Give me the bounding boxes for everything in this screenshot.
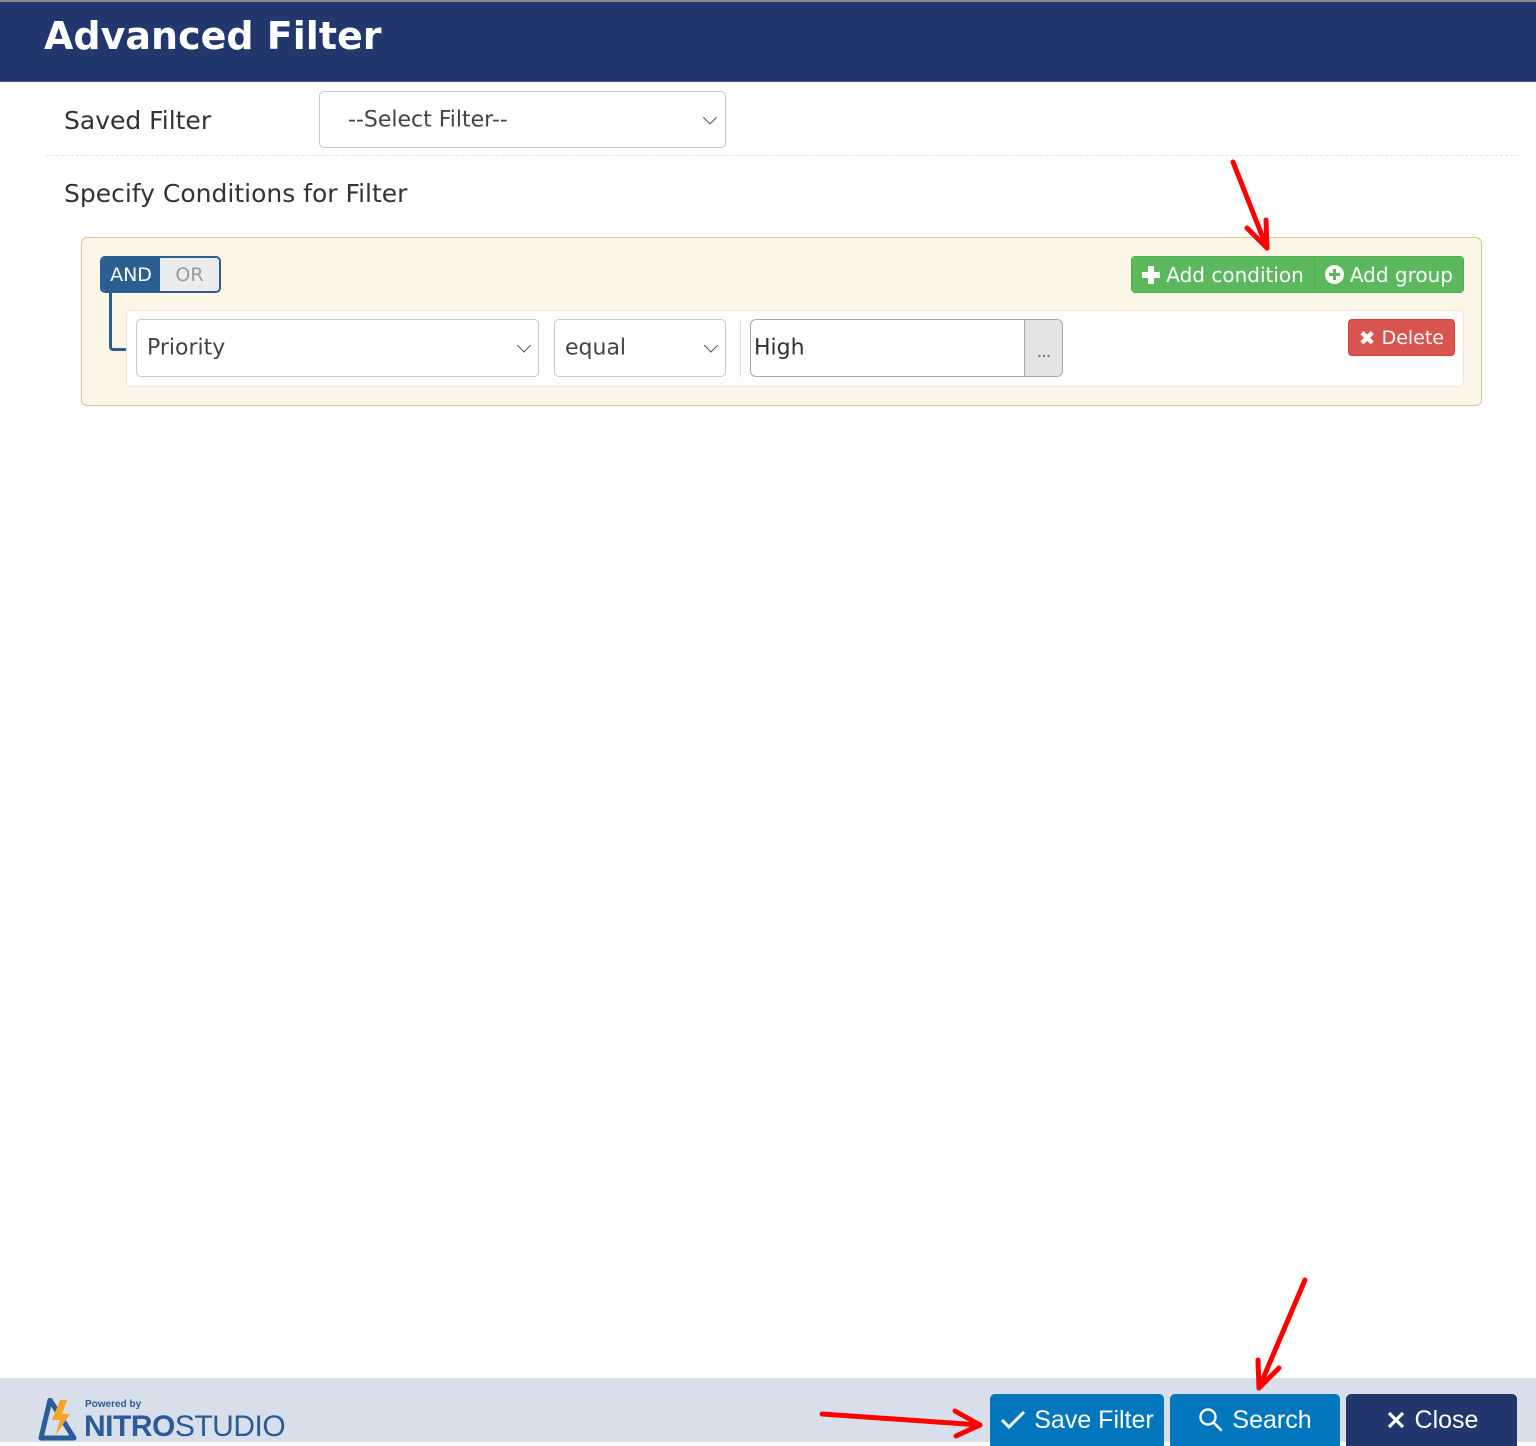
close-button[interactable]: Close — [1346, 1394, 1517, 1446]
brand-text: NITROSTUDIO — [84, 1410, 286, 1444]
close-icon: ✖ — [1358, 325, 1376, 350]
close-icon — [1387, 1411, 1404, 1429]
field-select[interactable]: Priority — [136, 319, 539, 377]
saved-filter-label: Saved Filter — [64, 106, 212, 135]
chevron-down-icon — [516, 338, 532, 353]
search-icon — [1199, 1408, 1223, 1432]
rule-separator — [740, 321, 741, 377]
delete-label: Delete — [1381, 326, 1444, 349]
group-actions: Add condition Add group — [1131, 256, 1464, 293]
ellipsis-icon: ... — [1036, 339, 1052, 362]
arrow-to-search — [1255, 1277, 1308, 1391]
add-condition-label: Add condition — [1166, 262, 1304, 287]
operator-value: equal — [565, 335, 627, 361]
chevron-down-icon — [703, 338, 719, 353]
check-icon — [1001, 1410, 1026, 1430]
close-label: Close — [1414, 1405, 1479, 1434]
arrow-to-add-condition — [1230, 159, 1270, 251]
add-group-button[interactable]: Add group — [1313, 257, 1463, 292]
add-group-label: Add group — [1349, 262, 1453, 287]
operator-select[interactable]: equal — [554, 319, 726, 377]
add-condition-button[interactable]: Add condition — [1132, 257, 1314, 292]
search-label: Search — [1232, 1405, 1312, 1434]
dialog-header: Advanced Filter — [0, 2, 1536, 82]
annotation-arrows — [819, 159, 1308, 1439]
tree-connector — [109, 293, 127, 351]
search-button[interactable]: Search — [1170, 1394, 1340, 1446]
chevron-down-icon — [702, 109, 718, 125]
value-input[interactable]: High ... — [750, 319, 1063, 377]
logic-and-button[interactable]: AND — [102, 258, 160, 291]
conditions-heading: Specify Conditions for Filter — [64, 179, 408, 208]
logic-toggle: AND OR — [100, 256, 221, 293]
field-value: Priority — [147, 335, 226, 361]
section-divider — [46, 155, 1518, 156]
plus-icon — [1142, 265, 1161, 284]
dialog-title: Advanced Filter — [44, 14, 382, 58]
powered-by-text: Powered by — [85, 1399, 142, 1410]
logic-or-button[interactable]: OR — [160, 258, 219, 291]
saved-filter-select[interactable]: --Select Filter-- — [319, 91, 726, 148]
brand-bold: NITRO — [84, 1410, 175, 1443]
plus-circle-icon — [1324, 265, 1344, 284]
more-options-button[interactable]: ... — [1024, 320, 1062, 376]
nitro-logo-icon — [38, 1398, 77, 1441]
condition-rule: Priority equal High ... ✖ Delete — [126, 310, 1464, 387]
delete-rule-button[interactable]: ✖ Delete — [1347, 319, 1455, 356]
saved-filter-value: --Select Filter-- — [348, 107, 508, 132]
brand-light: STUDIO — [174, 1410, 286, 1443]
condition-group: AND OR Add condition Add group Priority … — [81, 237, 1482, 406]
save-filter-button[interactable]: Save Filter — [990, 1394, 1164, 1446]
save-filter-label: Save Filter — [1034, 1405, 1154, 1434]
value-text: High — [754, 335, 805, 361]
